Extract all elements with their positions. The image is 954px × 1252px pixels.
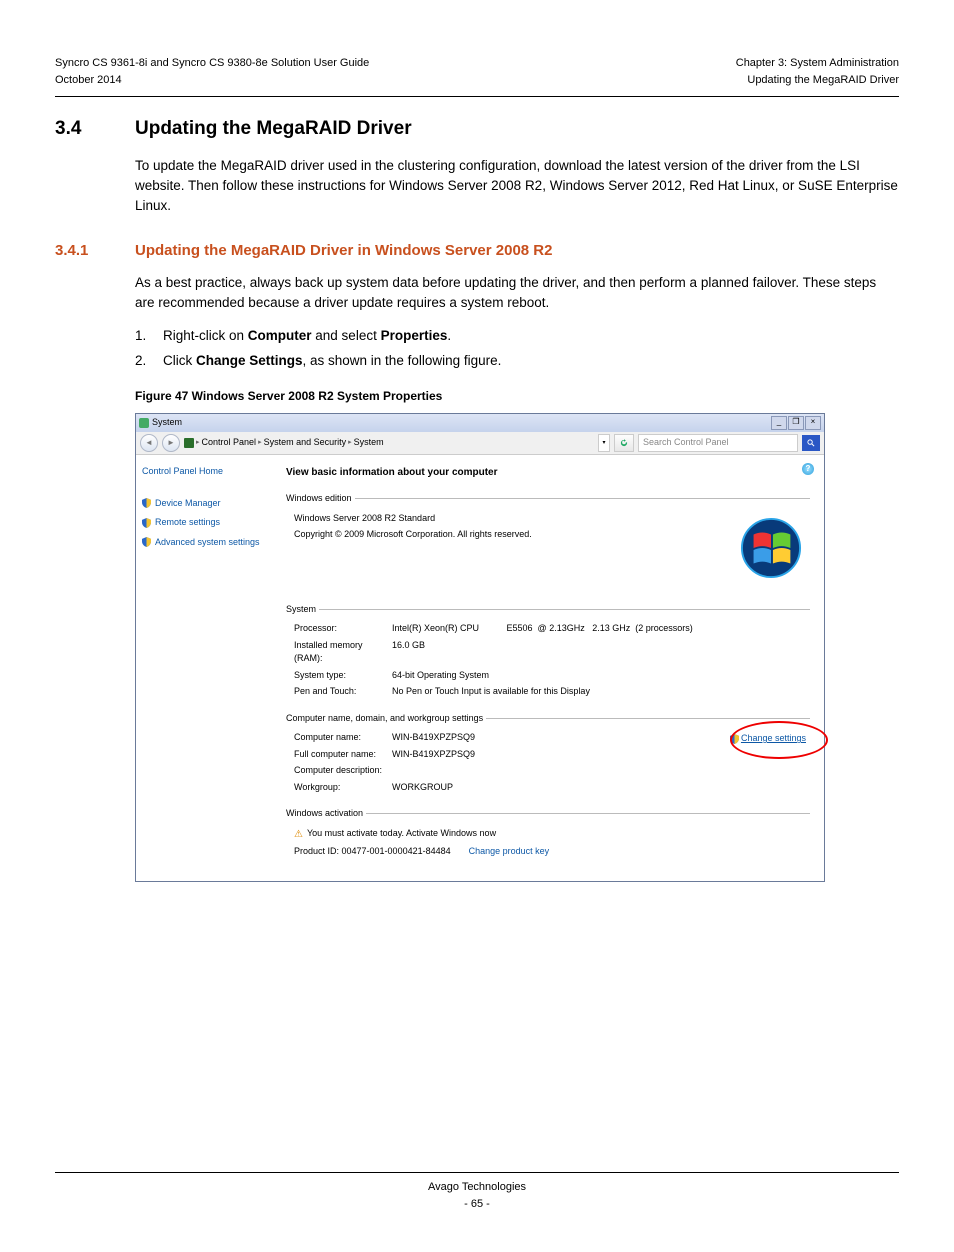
step-text: Right-click on Computer and select Prope…: [163, 325, 451, 348]
address-bar: ◄ ► ▸ Control Panel ▸ System and Securit…: [136, 432, 824, 455]
footer-company: Avago Technologies: [55, 1179, 899, 1196]
step-number: 1.: [135, 325, 163, 348]
sidebar-item-device-manager[interactable]: Device Manager: [142, 497, 272, 511]
subsection-intro: As a best practice, always back up syste…: [135, 273, 899, 314]
header-section: Updating the MegaRAID Driver: [736, 72, 899, 89]
nav-forward-button[interactable]: ►: [162, 434, 180, 452]
change-product-key-link[interactable]: Change product key: [469, 845, 550, 859]
sidebar-item-label: Advanced system settings: [155, 536, 260, 550]
step-item: 1. Right-click on Computer and select Pr…: [135, 325, 899, 348]
subsection-heading: 3.4.1 Updating the MegaRAID Driver in Wi…: [55, 240, 899, 263]
shield-icon: [142, 537, 151, 547]
system-row: Processor:Intel(R) Xeon(R) CPU E5506 @ 2…: [294, 622, 810, 636]
shield-icon: [142, 498, 151, 508]
breadcrumb-item[interactable]: Control Panel: [202, 436, 257, 450]
windows-edition-group: Windows edition Windows Server 2008 R2 S…: [286, 492, 810, 545]
breadcrumb[interactable]: ▸ Control Panel ▸ System and Security ▸ …: [184, 436, 594, 450]
system-row: Pen and Touch:No Pen or Touch Input is a…: [294, 685, 810, 699]
computer-row: Workgroup:WORKGROUP: [294, 781, 810, 795]
page-header: Syncro CS 9361-8i and Syncro CS 9380-8e …: [55, 55, 899, 88]
control-panel-home-link[interactable]: Control Panel Home: [142, 465, 272, 479]
section-heading: 3.4 Updating the MegaRAID Driver: [55, 115, 899, 144]
group-legend: System: [286, 603, 319, 617]
window-icon: [139, 418, 149, 428]
figure-caption: Figure 47 Windows Server 2008 R2 System …: [135, 387, 899, 405]
breadcrumb-item[interactable]: System and Security: [264, 436, 347, 450]
footer-rule: [55, 1172, 899, 1173]
group-legend: Windows edition: [286, 492, 355, 506]
close-button[interactable]: ×: [805, 416, 821, 430]
edition-copyright: Copyright © 2009 Microsoft Corporation. …: [294, 528, 532, 542]
group-legend: Windows activation: [286, 807, 366, 821]
system-row: System type:64-bit Operating System: [294, 669, 810, 683]
activation-group: Windows activation ⚠ You must activate t…: [286, 807, 810, 861]
screenshot-figure: System _ ❐ × ◄ ► ▸ Control Panel ▸ Syste…: [135, 413, 899, 882]
sidebar-item-remote-settings[interactable]: Remote settings: [142, 516, 272, 530]
steps-list: 1. Right-click on Computer and select Pr…: [135, 325, 899, 373]
search-icon: [806, 438, 816, 448]
subsection-number: 3.4.1: [55, 240, 135, 263]
window-title: System: [152, 416, 182, 430]
change-settings-link[interactable]: Change settings: [730, 732, 806, 746]
breadcrumb-item[interactable]: System: [354, 436, 384, 450]
system-row: Installed memory (RAM):16.0 GB: [294, 639, 810, 666]
help-icon[interactable]: ?: [802, 463, 814, 475]
header-chapter: Chapter 3: System Administration: [736, 55, 899, 72]
header-doc-title: Syncro CS 9361-8i and Syncro CS 9380-8e …: [55, 55, 369, 72]
computer-row: Computer description:: [294, 764, 810, 778]
product-id-label: Product ID: 00477-001-0000421-84484: [294, 845, 451, 859]
section-intro: To update the MegaRAID driver used in th…: [135, 156, 899, 217]
chevron-right-icon: ▸: [348, 438, 352, 449]
minimize-button[interactable]: _: [771, 416, 787, 430]
chevron-right-icon: ▸: [196, 438, 200, 449]
search-input[interactable]: Search Control Panel: [638, 434, 798, 452]
computer-name-group: Computer name, domain, and workgroup set…: [286, 712, 810, 798]
sidebar-item-label: Device Manager: [155, 497, 221, 511]
shield-icon: [730, 734, 739, 744]
main-title: View basic information about your comput…: [286, 465, 810, 480]
footer-page-number: - 65 -: [55, 1196, 899, 1213]
section-number: 3.4: [55, 115, 135, 144]
control-panel-icon: [184, 438, 194, 448]
system-group: System Processor:Intel(R) Xeon(R) CPU E5…: [286, 603, 810, 702]
windows-logo-icon: [740, 517, 802, 579]
edition-name: Windows Server 2008 R2 Standard: [294, 512, 532, 526]
main-panel: ? View basic information about your comp…: [278, 455, 824, 881]
shield-icon: [142, 518, 151, 528]
computer-row: Full computer name:WIN-B419XPZPSQ9: [294, 748, 810, 762]
activation-warning[interactable]: You must activate today. Activate Window…: [307, 827, 496, 841]
nav-back-button[interactable]: ◄: [140, 434, 158, 452]
step-item: 2. Click Change Settings, as shown in th…: [135, 350, 899, 373]
system-properties-window: System _ ❐ × ◄ ► ▸ Control Panel ▸ Syste…: [135, 413, 825, 882]
header-rule: [55, 96, 899, 97]
group-legend: Computer name, domain, and workgroup set…: [286, 712, 486, 726]
section-title: Updating the MegaRAID Driver: [135, 115, 412, 144]
step-number: 2.: [135, 350, 163, 373]
search-placeholder: Search Control Panel: [643, 436, 729, 450]
window-titlebar: System _ ❐ ×: [136, 414, 824, 432]
header-date: October 2014: [55, 72, 369, 89]
sidebar-item-advanced-settings[interactable]: Advanced system settings: [142, 536, 272, 550]
chevron-right-icon: ▸: [258, 438, 262, 449]
refresh-button[interactable]: [614, 434, 634, 452]
sidebar: Control Panel Home Device Manager Remote…: [136, 455, 278, 881]
page-footer: Avago Technologies - 65 -: [55, 1179, 899, 1212]
warning-icon: ⚠: [294, 827, 303, 842]
search-button[interactable]: [802, 435, 820, 451]
address-dropdown[interactable]: ▾: [598, 434, 610, 452]
subsection-title: Updating the MegaRAID Driver in Windows …: [135, 240, 552, 263]
sidebar-item-label: Remote settings: [155, 516, 220, 530]
step-text: Click Change Settings, as shown in the f…: [163, 350, 501, 373]
refresh-icon: [619, 438, 629, 448]
maximize-button[interactable]: ❐: [788, 416, 804, 430]
